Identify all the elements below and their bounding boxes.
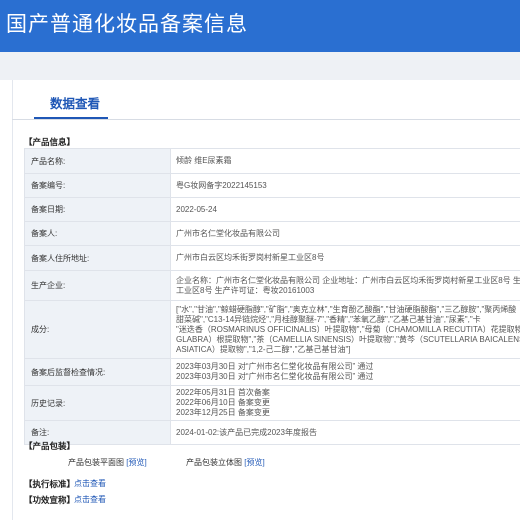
field-label: 备案编号: [24, 173, 171, 198]
supervision-line: 2023年03月30日 对“广州市名仁堂化妆品有限公司” 通过 [176, 362, 374, 371]
supervision-value: 2023年03月30日 对“广州市名仁堂化妆品有限公司” 通过 2023年03月… [170, 358, 520, 386]
table-row: 备注: 2024-01-02:该产品已完成2023年度报告 [24, 420, 520, 445]
registrant-value: 广州市名仁堂化妆品有限公司 [170, 221, 520, 246]
field-label: 成分: [24, 300, 171, 359]
table-row: 备案日期: 2022-05-24 [24, 197, 520, 222]
table-row: 备案编号: 粤G妆网备字2022145153 [24, 173, 520, 198]
field-label: 备案日期: [24, 197, 171, 222]
packaging-solid-item: 产品包装立体图 [预览] [186, 457, 265, 468]
history-line: 2023年12月25日 备案变更 [176, 408, 270, 417]
manufacturer-line: 工业区8号 生产许可证：粤妆20161003 [176, 285, 315, 295]
product-name-value: 倾龄 维E尿素霜 [170, 148, 520, 174]
field-label: 历史记录: [24, 385, 171, 421]
table-row: 备案人: 广州市名仁堂化妆品有限公司 [24, 221, 520, 246]
standard-heading: 【执行标准】 [24, 479, 76, 489]
ingredients-value: ["水","甘油","鲸蜡硬脂醇","矿脂","奥克立林","生育酚乙酸酯","… [170, 300, 520, 359]
app-header: 国产普通化妆品备案信息 [0, 0, 520, 52]
field-label: 产品名称: [24, 148, 171, 174]
table-row: 备案后监督检查情况: 2023年03月30日 对“广州市名仁堂化妆品有限公司” … [24, 358, 520, 386]
standard-view-link[interactable]: 点击查看 [74, 478, 106, 489]
packaging-flat-item: 产品包装平面图 [预览] [68, 457, 147, 468]
table-row: 生产企业: 企业名称：广州市名仁堂化妆品有限公司 企业地址：广州市白云区均禾街罗… [24, 270, 520, 301]
table-row: 产品名称: 倾龄 维E尿素霜 [24, 148, 520, 174]
history-line: 2022年06月10日 备案变更 [176, 398, 270, 407]
ingredients-line: GLABRA）根提取物","茶（CAMELLIA SINENSIS）叶提取物",… [176, 334, 520, 344]
supervision-line: 2023年03月30日 对“广州市名仁堂化妆品有限公司” 通过 [176, 372, 374, 381]
record-date-value: 2022-05-24 [170, 197, 520, 222]
field-label: 生产企业: [24, 270, 171, 301]
manufacturer-value: 企业名称：广州市名仁堂化妆品有限公司 企业地址：广州市白云区均禾街罗岗村新星工业… [170, 270, 520, 301]
efficacy-view-link[interactable]: 点击查看 [74, 494, 106, 505]
field-label: 备案人住所地址: [24, 245, 171, 271]
efficacy-heading: 【功效宣称】 [24, 495, 76, 505]
tab-data-query[interactable]: 数据查看 [50, 93, 100, 112]
product-info-table: 产品名称: 倾龄 维E尿素霜 备案编号: 粤G妆网备字2022145153 备案… [24, 148, 520, 445]
field-label: 备案人: [24, 221, 171, 246]
ingredients-line: 甜菜碱","C13-14异链烷烃","月桂醇聚醚-7","香精","苯氧乙醇",… [176, 314, 481, 324]
manufacturer-line: 企业名称：广州市名仁堂化妆品有限公司 企业地址：广州市白云区均禾街罗岗村新星工业… [176, 275, 520, 285]
product-info-heading: 【产品信息】 [24, 137, 76, 147]
tab-divider [12, 119, 520, 120]
ingredients-line: ["水","甘油","鲸蜡硬脂醇","矿脂","奥克立林","生育酚乙酸酯","… [176, 304, 517, 314]
packaging-flat-preview-link[interactable]: [预览] [126, 458, 146, 467]
record-number-value: 粤G妆网备字2022145153 [170, 173, 520, 198]
registrant-address-value: 广州市白云区均禾街罗岗村新星工业区8号 [170, 245, 520, 271]
remarks-value: 2024-01-02:该产品已完成2023年度报告 [170, 420, 520, 445]
table-row: 成分: ["水","甘油","鲸蜡硬脂醇","矿脂","奥克立林","生育酚乙酸… [24, 300, 520, 359]
header-band [0, 52, 520, 80]
history-line: 2022年05月31日 首次备案 [176, 388, 270, 397]
history-value: 2022年05月31日 首次备案 2022年06月10日 备案变更 2023年1… [170, 385, 520, 421]
packaging-flat-label: 产品包装平面图 [68, 458, 124, 467]
packaging-heading: 【产品包装】 [24, 441, 76, 451]
page-title: 国产普通化妆品备案信息 [6, 12, 248, 36]
ingredients-line: "迷迭香（ROSMARINUS OFFICINALIS）叶提取物","母菊（CH… [176, 324, 520, 334]
field-label: 备案后监督检查情况: [24, 358, 171, 386]
ingredients-line: ASIATICA）提取物","1,2-己二醇","乙基己基甘油"] [176, 344, 351, 354]
packaging-solid-label: 产品包装立体图 [186, 458, 242, 467]
table-row: 历史记录: 2022年05月31日 首次备案 2022年06月10日 备案变更 … [24, 385, 520, 421]
packaging-solid-preview-link[interactable]: [预览] [244, 458, 264, 467]
table-row: 备案人住所地址: 广州市白云区均禾街罗岗村新星工业区8号 [24, 245, 520, 271]
